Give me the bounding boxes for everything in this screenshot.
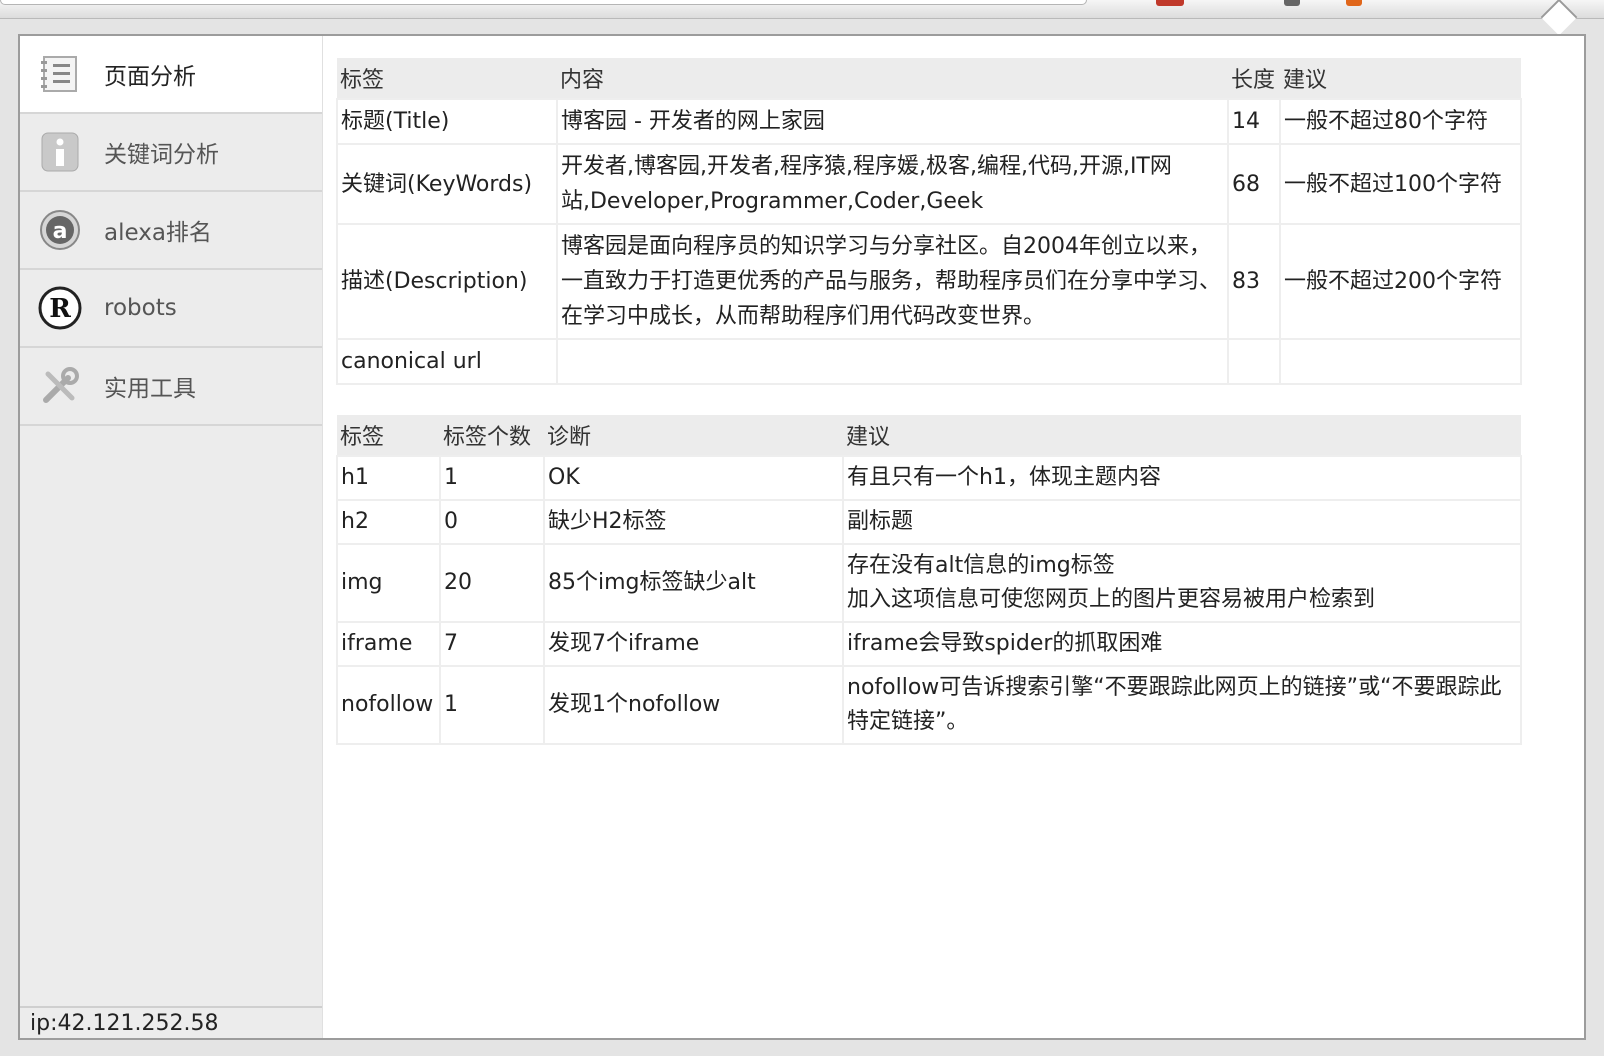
table-cell: h1 [336, 455, 441, 501]
address-bar[interactable] [0, 0, 1087, 5]
seo-popup-panel: 页面分析 关键词分析 a alexa排名 R robots 实用工具 ip:42… [18, 34, 1586, 1040]
sidebar-item-robots[interactable]: R robots [20, 270, 322, 348]
table-row: canonical url [336, 338, 1522, 385]
table-header-row: 标签 标签个数 诊断 建议 [337, 415, 1521, 456]
ip-address: ip:42.121.252.58 [20, 1006, 322, 1038]
column-header: 诊断 [544, 415, 843, 456]
table-cell: h2 [336, 499, 441, 545]
html-tags-table: 标签 标签个数 诊断 建议 h1 1 OK 有且只有一个h1，体现主题内容 h2… [336, 415, 1522, 745]
sidebar-item-alexa[interactable]: a alexa排名 [20, 192, 322, 270]
column-header: 标签 [337, 58, 557, 99]
table-row: 关键词(KeyWords) 开发者,博客园,开发者,程序猿,程序媛,极客,编程,… [336, 143, 1522, 225]
table-cell: img [336, 543, 441, 623]
table-cell: 存在没有alt信息的img标签 加入这项信息可使您网页上的图片更容易被用户检索到 [842, 543, 1522, 623]
table-cell: 83 [1227, 223, 1281, 340]
extension-icon-orange[interactable] [1346, 0, 1362, 6]
table-cell: 14 [1227, 98, 1281, 145]
table-cell: canonical url [336, 338, 558, 385]
sidebar-item-tools[interactable]: 实用工具 [20, 348, 322, 426]
table-cell: 发现1个nofollow [543, 665, 844, 745]
table-cell: 一般不超过200个字符 [1279, 223, 1522, 340]
table-cell: 发现7个iframe [543, 621, 844, 667]
robots-icon: R [38, 286, 82, 330]
table-cell: OK [543, 455, 844, 501]
table-cell [1227, 338, 1281, 385]
table-cell: 关键词(KeyWords) [336, 143, 558, 225]
sidebar-item-label: 实用工具 [104, 376, 196, 402]
table-cell: nofollow [336, 665, 441, 745]
table-cell: 0 [439, 499, 545, 545]
column-header: 标签个数 [440, 415, 544, 456]
table-cell: 1 [439, 455, 545, 501]
table-cell: nofollow可告诉搜索引擎“不要跟踪此网页上的链接”或“不要跟踪此特定链接”… [842, 665, 1522, 745]
sidebar-item-label: 页面分析 [104, 64, 196, 90]
sidebar-item-page-analysis[interactable]: 页面分析 [20, 36, 322, 114]
column-header: 内容 [557, 58, 1228, 99]
table-row: 描述(Description) 博客园是面向程序员的知识学习与分享社区。自200… [336, 223, 1522, 340]
table-cell: 标题(Title) [336, 98, 558, 145]
table-cell: 博客园是面向程序员的知识学习与分享社区。自2004年创立以来，一直致力于打造更优… [556, 223, 1229, 340]
column-header: 建议 [843, 415, 1521, 456]
meta-tags-table: 标签 内容 长度 建议 标题(Title) 博客园 - 开发者的网上家园 14 … [336, 58, 1522, 385]
sidebar-item-label: robots [104, 295, 177, 321]
table-cell: iframe会导致spider的抓取困难 [842, 621, 1522, 667]
table-row: nofollow 1 发现1个nofollow nofollow可告诉搜索引擎“… [336, 665, 1522, 745]
table-cell: 开发者,博客园,开发者,程序猿,程序媛,极客,编程,代码,开源,IT网站,Dev… [556, 143, 1229, 225]
table-cell: 副标题 [842, 499, 1522, 545]
svg-text:a: a [53, 219, 68, 244]
extension-icon-gray[interactable] [1284, 0, 1300, 6]
main-content: 标签 内容 长度 建议 标题(Title) 博客园 - 开发者的网上家园 14 … [336, 58, 1522, 745]
table-cell: 7 [439, 621, 545, 667]
table-row: h2 0 缺少H2标签 副标题 [336, 499, 1522, 545]
tools-icon [38, 364, 82, 408]
table-cell: 一般不超过80个字符 [1279, 98, 1522, 145]
table-cell: 博客园 - 开发者的网上家园 [556, 98, 1229, 145]
table-cell: iframe [336, 621, 441, 667]
browser-toolbar [0, 0, 1604, 19]
column-header: 长度 [1228, 58, 1280, 99]
alexa-icon: a [38, 208, 82, 252]
document-list-icon [38, 52, 82, 96]
column-header: 标签 [337, 415, 440, 456]
table-cell: 68 [1227, 143, 1281, 225]
table-row: h1 1 OK 有且只有一个h1，体现主题内容 [336, 455, 1522, 501]
table-cell [556, 338, 1229, 385]
table-cell [1279, 338, 1522, 385]
sidebar-item-label: alexa排名 [104, 220, 212, 246]
sidebar-item-label: 关键词分析 [104, 142, 219, 168]
table-header-row: 标签 内容 长度 建议 [337, 58, 1521, 99]
table-cell: 1 [439, 665, 545, 745]
table-cell: 有且只有一个h1，体现主题内容 [842, 455, 1522, 501]
table-cell: 85个img标签缺少alt [543, 543, 844, 623]
info-icon [38, 130, 82, 174]
sidebar-item-keyword-analysis[interactable]: 关键词分析 [20, 114, 322, 192]
extension-icon-red[interactable] [1156, 0, 1184, 6]
sidebar: 页面分析 关键词分析 a alexa排名 R robots 实用工具 ip:42… [20, 36, 323, 1038]
svg-text:R: R [49, 294, 71, 324]
table-cell: 描述(Description) [336, 223, 558, 340]
table-row: 标题(Title) 博客园 - 开发者的网上家园 14 一般不超过80个字符 [336, 98, 1522, 145]
table-row: iframe 7 发现7个iframe iframe会导致spider的抓取困难 [336, 621, 1522, 667]
table-cell: 一般不超过100个字符 [1279, 143, 1522, 225]
table-cell: 20 [439, 543, 545, 623]
table-row: img 20 85个img标签缺少alt 存在没有alt信息的img标签 加入这… [336, 543, 1522, 623]
table-cell: 缺少H2标签 [543, 499, 844, 545]
column-header: 建议 [1280, 58, 1521, 99]
